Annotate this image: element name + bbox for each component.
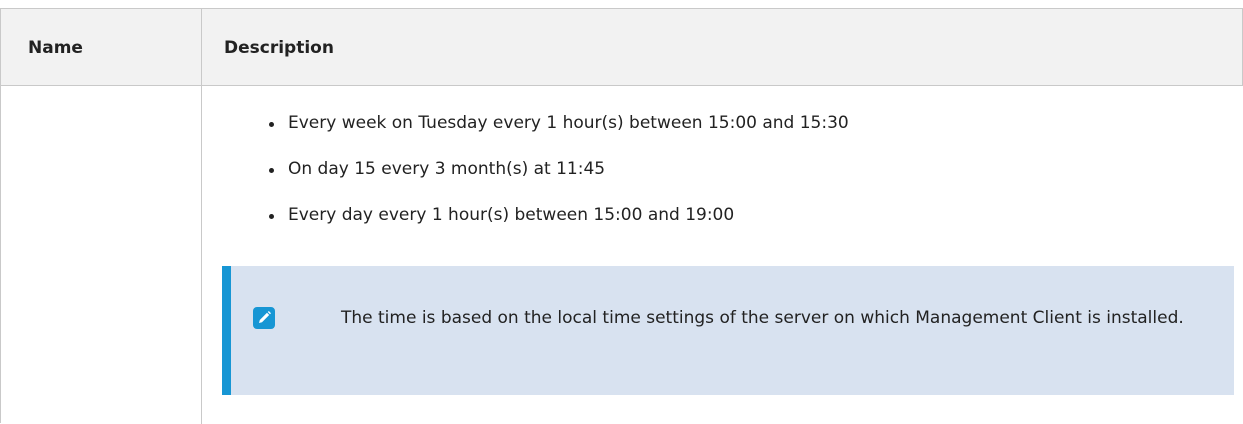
header-description: Description (224, 38, 334, 58)
bullet-icon (269, 214, 274, 219)
list-item-text: Every week on Tuesday every 1 hour(s) be… (288, 113, 849, 133)
schedule-examples-list: Every week on Tuesday every 1 hour(s) be… (268, 112, 849, 250)
bullet-icon (269, 122, 274, 127)
table-header-row: Name Description (1, 9, 1243, 86)
pencil-icon (253, 307, 275, 329)
list-item: On day 15 every 3 month(s) at 11:45 (268, 158, 849, 204)
note-text: The time is based on the local time sett… (341, 308, 1184, 328)
header-name: Name (28, 38, 83, 58)
note-callout: The time is based on the local time sett… (222, 266, 1234, 395)
list-item: Every day every 1 hour(s) between 15:00 … (268, 204, 849, 250)
bullet-icon (269, 168, 274, 173)
list-item: Every week on Tuesday every 1 hour(s) be… (268, 112, 849, 158)
list-item-text: On day 15 every 3 month(s) at 11:45 (288, 159, 606, 179)
list-item-text: Every day every 1 hour(s) between 15:00 … (288, 205, 735, 225)
column-divider (201, 9, 202, 424)
